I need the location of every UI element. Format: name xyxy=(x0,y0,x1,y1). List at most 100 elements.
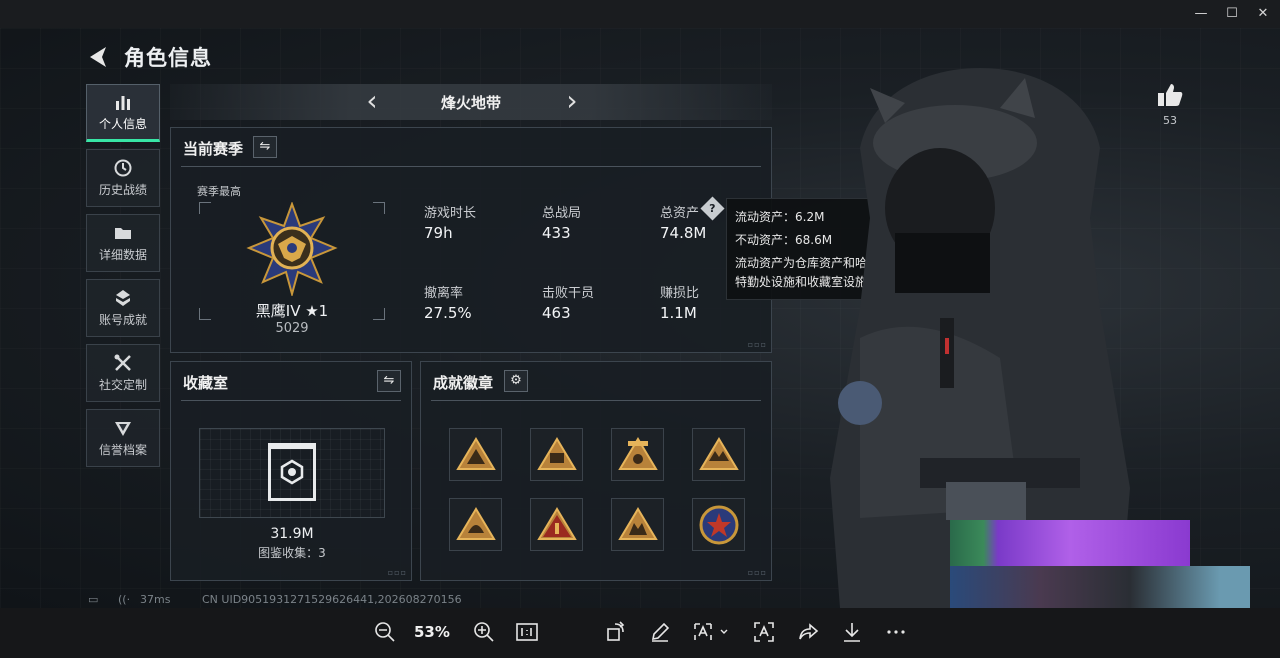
share-icon xyxy=(799,623,819,640)
divider xyxy=(431,400,761,401)
nav-item-social[interactable]: 社交定制 xyxy=(86,344,160,402)
zoom-out-button[interactable] xyxy=(373,621,397,645)
thumbs-up-icon xyxy=(1158,84,1183,106)
stat-value: 79h xyxy=(424,224,453,242)
battery-icon: ▭ xyxy=(88,593,99,606)
stat-label: 总资产 xyxy=(660,206,700,221)
nav-item-credit[interactable]: 信誉档案 xyxy=(86,409,160,467)
vault-icon xyxy=(268,443,316,501)
translate-button[interactable] xyxy=(692,621,732,645)
season-best-label: 赛季最高 xyxy=(197,185,241,198)
help-icon[interactable]: ? xyxy=(700,196,725,221)
collection-vault[interactable] xyxy=(199,428,385,518)
medal-badge-icon xyxy=(699,505,739,545)
triangle-badge-icon xyxy=(456,507,496,540)
help-glyph: ? xyxy=(709,201,716,215)
zoom-in-button[interactable] xyxy=(472,621,496,645)
minimize-button[interactable]: — xyxy=(1186,4,1216,24)
achievement-badge[interactable] xyxy=(449,428,502,481)
nav-item-detail-data[interactable]: 详细数据 xyxy=(86,214,160,272)
achievement-settings-button[interactable]: ⚙ xyxy=(504,370,528,392)
triangle-badge-icon xyxy=(618,437,658,470)
nav-item-achievements[interactable]: 账号成就 xyxy=(86,279,160,337)
achievement-badge[interactable] xyxy=(692,498,745,551)
rotate-icon xyxy=(607,621,625,641)
clock-icon xyxy=(114,159,132,177)
achievement-badge[interactable] xyxy=(449,498,502,551)
mode-next-button[interactable]: › xyxy=(562,86,582,116)
blurred-element xyxy=(946,482,1026,520)
achievement-badge[interactable] xyxy=(611,428,664,481)
collection-panel: 收藏室 ⇋ 31.9M 图鉴收集：3 ▫▫▫ xyxy=(170,361,412,581)
achievement-badge[interactable] xyxy=(530,498,583,551)
collection-swap-button[interactable]: ⇋ xyxy=(377,370,401,392)
achievement-badge[interactable] xyxy=(611,498,664,551)
stat-value: 433 xyxy=(542,224,571,242)
stat-value: 463 xyxy=(542,304,571,322)
bar-chart-icon xyxy=(116,96,130,110)
rotate-button[interactable] xyxy=(604,621,628,645)
more-icon xyxy=(887,630,905,634)
tools-icon xyxy=(114,354,131,371)
rank-name: 黑鹰IV ★1 xyxy=(255,302,329,320)
achievement-title: 成就徽章 xyxy=(433,374,494,392)
page-title: 角色信息 xyxy=(124,46,212,70)
back-arrow-icon xyxy=(90,47,106,67)
nav-label: 账号成就 xyxy=(98,313,147,327)
share-button[interactable] xyxy=(796,621,820,645)
zoom-out-icon xyxy=(375,622,395,642)
stat-label: 击败干员 xyxy=(542,286,595,301)
actual-size-icon xyxy=(516,623,538,641)
game-screen: 角色信息 个人信息 历史战绩 详细数据 账号成就 社交定制 信誉档案 ‹ 烽火地… xyxy=(0,28,1280,608)
ping-label: 37ms xyxy=(140,593,171,606)
window-titlebar: — ☐ ✕ xyxy=(0,0,1280,28)
maximize-button[interactable]: ☐ xyxy=(1217,4,1247,24)
achievement-badge[interactable] xyxy=(530,428,583,481)
back-button[interactable] xyxy=(86,44,112,70)
download-button[interactable] xyxy=(840,621,864,645)
translate-icon xyxy=(694,623,728,640)
triangle-badge-icon xyxy=(699,437,739,470)
download-icon xyxy=(844,623,860,642)
collection-title: 收藏室 xyxy=(183,374,229,392)
corner-decor: ▫▫▫ xyxy=(747,568,767,577)
mode-selector: ‹ 烽火地带 › xyxy=(170,84,772,120)
stat-value: 1.1M xyxy=(660,304,697,322)
corner-decor: ▫▫▫ xyxy=(747,340,767,349)
more-button[interactable] xyxy=(884,621,908,645)
triangle-badge-icon xyxy=(537,437,577,470)
text-recognition-button[interactable] xyxy=(752,621,776,645)
stat-label: 游戏时长 xyxy=(424,206,477,221)
zoom-level: 53% xyxy=(414,623,450,641)
triangle-badge-icon xyxy=(537,507,577,540)
close-button[interactable]: ✕ xyxy=(1248,4,1278,24)
like-button[interactable] xyxy=(1155,82,1185,110)
achievement-panel: 成就徽章 ⚙ ▫▫▫ xyxy=(420,361,772,581)
actual-size-button[interactable] xyxy=(515,621,539,645)
pencil-icon xyxy=(651,622,670,642)
season-title: 当前赛季 xyxy=(183,140,244,158)
viewer-toolbar: 53% xyxy=(0,608,1280,658)
text-scan-icon xyxy=(754,622,774,642)
season-swap-button[interactable]: ⇋ xyxy=(253,136,277,158)
wifi-icon: ((· xyxy=(118,593,131,606)
divider xyxy=(181,166,761,167)
nav-label: 个人信息 xyxy=(98,117,147,131)
achievement-badge[interactable] xyxy=(692,428,745,481)
folder-icon xyxy=(115,228,131,239)
rank-score: 5029 xyxy=(275,321,309,336)
triangle-badge-icon xyxy=(456,437,496,470)
stat-label: 总战局 xyxy=(542,206,582,221)
season-panel: 当前赛季 ⇋ 赛季最高 黑鹰IV ★1 5029 游戏时长 79h 总战局 43… xyxy=(170,127,772,353)
uid-label: CN UID9051931271529626441,202608270156 xyxy=(202,593,462,606)
edit-button[interactable] xyxy=(648,621,672,645)
shield-icon xyxy=(115,422,131,436)
vault-emblem-icon xyxy=(280,459,304,485)
nav-label: 历史战绩 xyxy=(98,183,147,197)
nav-item-personal-info[interactable]: 个人信息 xyxy=(86,84,160,142)
stat-value: 74.8M xyxy=(660,224,707,242)
nav-label: 社交定制 xyxy=(98,378,147,392)
chevron-badge-icon xyxy=(116,290,130,306)
collection-count: 图鉴收集：3 xyxy=(258,546,326,560)
nav-item-history[interactable]: 历史战绩 xyxy=(86,149,160,207)
